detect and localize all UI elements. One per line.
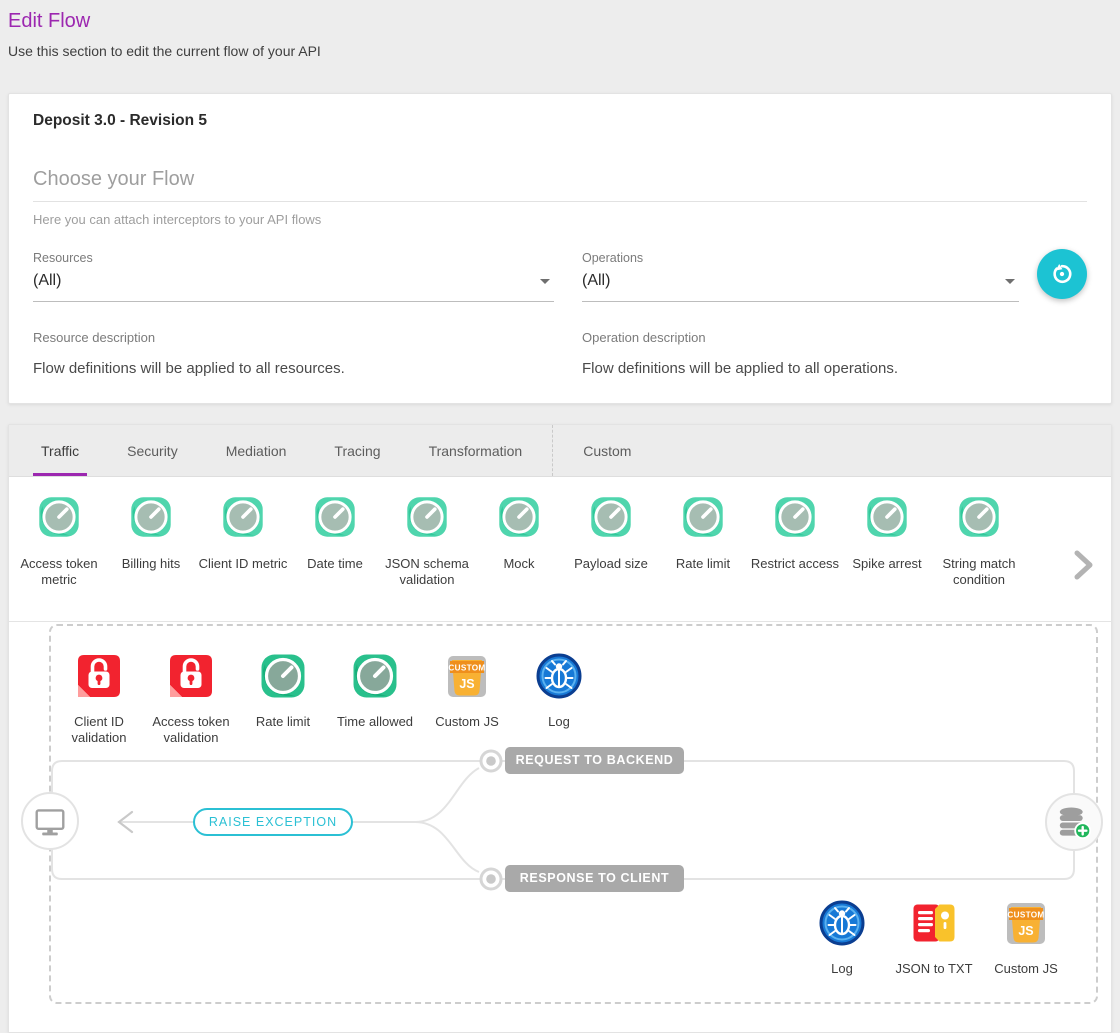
tab-traffic[interactable]: Traffic <box>17 425 103 476</box>
gauge-teal-icon <box>773 495 817 539</box>
operations-select[interactable]: Operations (All) <box>582 251 1019 302</box>
history-refresh-icon <box>1049 261 1075 287</box>
bug-log-icon <box>535 652 583 700</box>
gauge-teal-icon <box>405 495 449 539</box>
lock-red-icon <box>75 652 123 700</box>
tab-mediation[interactable]: Mediation <box>202 425 311 476</box>
chevron-right-icon <box>1071 549 1095 581</box>
request-interceptors-row: Client ID validation Access token valida… <box>53 652 605 746</box>
response-to-client-label: RESPONSE TO CLIENT <box>505 865 684 892</box>
caret-down-icon <box>540 279 550 284</box>
operations-value: (All) <box>582 272 610 290</box>
flow-item-access-token-validation[interactable]: Access token validation <box>145 652 237 746</box>
palette-scroll-next-button[interactable] <box>1071 549 1095 584</box>
api-flow-card: Deposit 3.0 - Revision 5 Choose your Flo… <box>8 93 1112 404</box>
palette-item-string-match-condition[interactable]: String match condition <box>933 495 1025 621</box>
tab-divider <box>552 425 553 476</box>
gauge-teal-icon <box>313 495 357 539</box>
client-node <box>21 792 79 850</box>
flow-item-json-to-txt[interactable]: JSON to TXT <box>888 899 980 977</box>
gauge-teal-icon <box>865 495 909 539</box>
resource-description-text: Flow definitions will be applied to all … <box>33 360 582 377</box>
flow-diagram: Client ID validation Access token valida… <box>9 622 1111 1032</box>
tab-transformation[interactable]: Transformation <box>405 425 547 476</box>
raise-exception-label[interactable]: RAISE EXCEPTION <box>193 808 353 836</box>
palette-item-date-time[interactable]: Date time <box>289 495 381 621</box>
bug-log-icon <box>818 899 866 947</box>
tab-security[interactable]: Security <box>103 425 202 476</box>
reload-flow-button[interactable] <box>1037 249 1087 299</box>
tab-custom[interactable]: Custom <box>559 425 655 476</box>
gauge-teal-icon <box>37 495 81 539</box>
resources-select[interactable]: Resources (All) <box>33 251 554 302</box>
interceptor-palette: Access token metric Billing hits Client … <box>9 477 1111 622</box>
interceptors-card: Traffic Security Mediation Tracing Trans… <box>8 424 1112 1033</box>
backend-node[interactable] <box>1045 793 1103 851</box>
custom-js-icon <box>443 652 491 700</box>
flow-item-log-response[interactable]: Log <box>796 899 888 977</box>
palette-item-mock[interactable]: Mock <box>473 495 565 621</box>
palette-item-billing-hits[interactable]: Billing hits <box>105 495 197 621</box>
response-lane-connector-dot <box>481 869 501 889</box>
palette-item-payload-size[interactable]: Payload size <box>565 495 657 621</box>
flow-item-client-id-validation[interactable]: Client ID validation <box>53 652 145 746</box>
gauge-teal-icon <box>129 495 173 539</box>
page-subtitle: Use this section to edit the current flo… <box>8 43 1112 59</box>
json-to-txt-icon <box>910 899 958 947</box>
gauge-green-icon <box>351 652 399 700</box>
operations-label: Operations <box>582 251 1019 265</box>
flow-item-custom-js-response[interactable]: Custom JS <box>980 899 1072 977</box>
tab-tracing[interactable]: Tracing <box>310 425 404 476</box>
flow-item-rate-limit[interactable]: Rate limit <box>237 652 329 746</box>
gauge-teal-icon <box>957 495 1001 539</box>
flow-item-log[interactable]: Log <box>513 652 605 746</box>
interceptor-category-tabs: Traffic Security Mediation Tracing Trans… <box>9 425 1111 477</box>
resource-description-label: Resource description <box>33 330 582 345</box>
flow-drop-zone[interactable]: Client ID validation Access token valida… <box>49 624 1098 1004</box>
request-to-backend-label: REQUEST TO BACKEND <box>505 747 684 774</box>
request-lane-connector-dot <box>481 751 501 771</box>
page-title: Edit Flow <box>8 10 1112 33</box>
database-add-icon <box>1052 800 1096 844</box>
palette-item-client-id-metric[interactable]: Client ID metric <box>197 495 289 621</box>
operation-description-label: Operation description <box>582 330 1087 345</box>
palette-item-access-token-metric[interactable]: Access token metric <box>13 495 105 621</box>
palette-item-spike-arrest[interactable]: Spike arrest <box>841 495 933 621</box>
choose-flow-heading: Choose your Flow <box>33 168 1087 202</box>
operation-description-text: Flow definitions will be applied to all … <box>582 360 1087 377</box>
caret-down-icon <box>1005 279 1015 284</box>
gauge-teal-icon <box>497 495 541 539</box>
api-revision-title: Deposit 3.0 - Revision 5 <box>33 112 1087 130</box>
flow-item-custom-js[interactable]: Custom JS <box>421 652 513 746</box>
custom-js-icon <box>1002 899 1050 947</box>
gauge-green-icon <box>259 652 307 700</box>
response-interceptors-row: Log JSON to TXT Custom JS <box>796 899 1072 977</box>
palette-item-rate-limit[interactable]: Rate limit <box>657 495 749 621</box>
resources-value: (All) <box>33 272 61 290</box>
lock-red-icon <box>167 652 215 700</box>
choose-flow-subtitle: Here you can attach interceptors to your… <box>33 212 1087 227</box>
monitor-icon <box>28 799 72 843</box>
resources-label: Resources <box>33 251 554 265</box>
palette-item-json-schema-validation[interactable]: JSON schema validation <box>381 495 473 621</box>
flow-item-time-allowed[interactable]: Time allowed <box>329 652 421 746</box>
gauge-teal-icon <box>221 495 265 539</box>
gauge-teal-icon <box>589 495 633 539</box>
gauge-teal-icon <box>681 495 725 539</box>
palette-item-restrict-access[interactable]: Restrict access <box>749 495 841 621</box>
